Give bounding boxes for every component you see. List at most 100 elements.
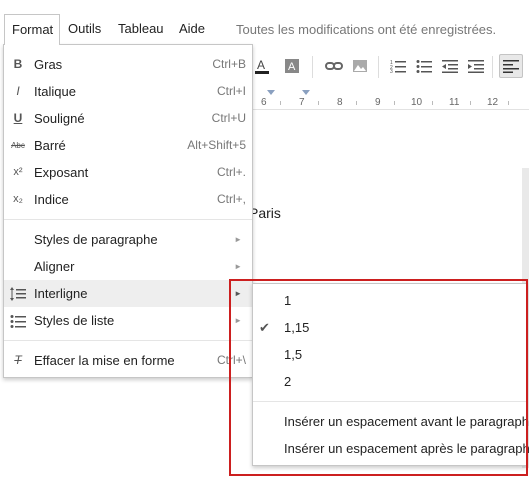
numbered-list-icon[interactable]: 123 bbox=[386, 54, 410, 78]
ruler-tick bbox=[470, 101, 471, 105]
add-space-before-paragraph[interactable]: Insérer un espacement avant le paragraph… bbox=[253, 408, 529, 435]
menu-item-label: 1,15 bbox=[284, 320, 310, 335]
image-icon[interactable] bbox=[348, 54, 372, 78]
menu-separator bbox=[4, 219, 252, 220]
increase-indent-icon[interactable] bbox=[464, 54, 488, 78]
save-status: Toutes les modifications ont été enregis… bbox=[236, 22, 497, 37]
menu-item-label: Barré bbox=[34, 138, 66, 153]
menu-item-strikethrough[interactable]: Abc Barré Alt+Shift+5 bbox=[4, 132, 252, 159]
menu-separator bbox=[253, 401, 526, 402]
menu-item-label: Insérer un espacement avant le paragraph… bbox=[284, 414, 529, 429]
menu-item-label: Aligner bbox=[34, 259, 75, 274]
list-styles-icon bbox=[10, 307, 26, 334]
highlight-color-icon[interactable]: A bbox=[280, 54, 304, 78]
menu-bar: Format Outils Tableau Aide Toutes les mo… bbox=[0, 0, 529, 45]
menu-item-shortcut: Ctrl+B bbox=[212, 57, 246, 71]
bulleted-list-icon[interactable] bbox=[412, 54, 436, 78]
clear-formatting-icon: T bbox=[14, 353, 22, 367]
ruler-label: 12 bbox=[487, 97, 499, 108]
submenu-arrow-icon: ► bbox=[234, 235, 242, 244]
menu-item-subscript[interactable]: x₂ Indice Ctrl+, bbox=[4, 186, 252, 213]
menu-item-line-spacing[interactable]: Interligne ► bbox=[4, 280, 252, 307]
line-spacing-icon bbox=[10, 280, 26, 307]
toolbar-separator bbox=[378, 56, 379, 78]
bold-icon: B bbox=[13, 57, 23, 71]
menu-item-label: Indice bbox=[34, 192, 69, 207]
ruler-label: 6 bbox=[261, 97, 267, 108]
ruler-tick bbox=[508, 101, 509, 105]
ruler-label: 8 bbox=[337, 97, 343, 108]
checkmark-icon: ✔ bbox=[259, 320, 270, 335]
menu-item-label: Styles de liste bbox=[34, 313, 115, 328]
underline-icon: U bbox=[13, 111, 23, 125]
svg-text:3: 3 bbox=[390, 69, 393, 73]
menu-item-paragraph-styles[interactable]: Styles de paragraphe ► bbox=[4, 226, 252, 253]
ruler-tick bbox=[318, 101, 319, 105]
line-spacing-submenu: 1 ✔ 1,15 1,5 2 Insérer un espacement ava… bbox=[252, 283, 529, 466]
format-menu: B Gras Ctrl+B I Italique Ctrl+I U Soulig… bbox=[3, 44, 253, 378]
ruler-label: 7 bbox=[299, 97, 305, 108]
menu-separator bbox=[4, 340, 252, 341]
menu-item-shortcut: Ctrl+. bbox=[216, 165, 246, 179]
line-spacing-option-1-15[interactable]: ✔ 1,15 bbox=[253, 314, 526, 341]
menu-item-superscript[interactable]: x² Exposant Ctrl+. bbox=[4, 159, 252, 186]
toolbar-separator bbox=[312, 56, 313, 78]
align-left-icon[interactable] bbox=[499, 54, 523, 78]
menu-item-shortcut: Ctrl+\ bbox=[216, 353, 246, 367]
document-text[interactable]: Paris bbox=[249, 205, 281, 221]
ruler-label: 9 bbox=[375, 97, 381, 108]
indent-marker-icon[interactable] bbox=[267, 90, 275, 95]
menu-item-label: Effacer la mise en forme bbox=[34, 353, 175, 368]
text-color-icon[interactable]: A bbox=[250, 54, 274, 78]
decrease-indent-icon[interactable] bbox=[438, 54, 462, 78]
menu-item-bold[interactable]: B Gras Ctrl+B bbox=[4, 51, 252, 78]
menu-item-align[interactable]: Aligner ► bbox=[4, 253, 252, 280]
menu-item-label: Souligné bbox=[34, 111, 85, 126]
submenu-arrow-icon: ► bbox=[234, 316, 242, 325]
toolbar: A A 123 bbox=[252, 50, 529, 86]
menu-item-label: Insérer un espacement après le paragraph… bbox=[284, 441, 529, 456]
ruler-tick bbox=[394, 101, 395, 105]
menu-item-label: 1,5 bbox=[284, 347, 303, 362]
ruler-label: 10 bbox=[411, 97, 423, 108]
ruler-tick bbox=[432, 101, 433, 105]
menu-item-shortcut: Alt+Shift+5 bbox=[187, 138, 246, 152]
menu-item-label: Styles de paragraphe bbox=[34, 232, 158, 247]
menu-item-label: Exposant bbox=[34, 165, 89, 180]
menu-tableau[interactable]: Tableau bbox=[111, 14, 171, 44]
menu-item-label: Italique bbox=[34, 84, 76, 99]
menu-item-label: 2 bbox=[284, 374, 292, 389]
menu-item-shortcut: Ctrl+I bbox=[216, 84, 246, 98]
superscript-icon: x² bbox=[13, 166, 23, 178]
menu-item-list-styles[interactable]: Styles de liste ► bbox=[4, 307, 252, 334]
menu-item-underline[interactable]: U Souligné Ctrl+U bbox=[4, 105, 252, 132]
menu-item-shortcut: Ctrl+, bbox=[216, 192, 246, 206]
subscript-icon: x₂ bbox=[13, 193, 23, 205]
svg-text:A: A bbox=[288, 61, 296, 73]
svg-text:A: A bbox=[257, 58, 265, 72]
menu-aide[interactable]: Aide bbox=[172, 14, 212, 44]
ruler-label: 11 bbox=[449, 97, 460, 108]
menu-format[interactable]: Format bbox=[4, 14, 60, 45]
menu-outils[interactable]: Outils bbox=[61, 14, 108, 44]
line-spacing-option-1[interactable]: 1 bbox=[253, 287, 526, 314]
submenu-arrow-icon: ► bbox=[234, 262, 242, 271]
menu-item-label: Interligne bbox=[34, 286, 88, 301]
ruler-tick bbox=[280, 101, 281, 105]
strikethrough-icon: Abc bbox=[11, 141, 25, 150]
submenu-arrow-icon: ► bbox=[234, 289, 242, 298]
ruler-tick bbox=[356, 101, 357, 105]
menu-item-label: 1 bbox=[284, 293, 292, 308]
link-icon[interactable] bbox=[322, 54, 346, 78]
ruler: 6 7 8 9 10 11 12 bbox=[252, 88, 529, 110]
indent-marker-icon[interactable] bbox=[302, 90, 310, 95]
italic-icon: I bbox=[16, 84, 20, 98]
line-spacing-option-2[interactable]: 2 bbox=[253, 368, 526, 395]
menu-item-label: Gras bbox=[34, 57, 63, 72]
add-space-after-paragraph[interactable]: Insérer un espacement après le paragraph… bbox=[253, 435, 529, 462]
menu-item-italic[interactable]: I Italique Ctrl+I bbox=[4, 78, 252, 105]
menu-item-clear-formatting[interactable]: T Effacer la mise en forme Ctrl+\ bbox=[4, 347, 252, 374]
line-spacing-option-1-5[interactable]: 1,5 bbox=[253, 341, 526, 368]
toolbar-separator bbox=[492, 56, 493, 78]
menu-item-shortcut: Ctrl+U bbox=[211, 111, 246, 125]
